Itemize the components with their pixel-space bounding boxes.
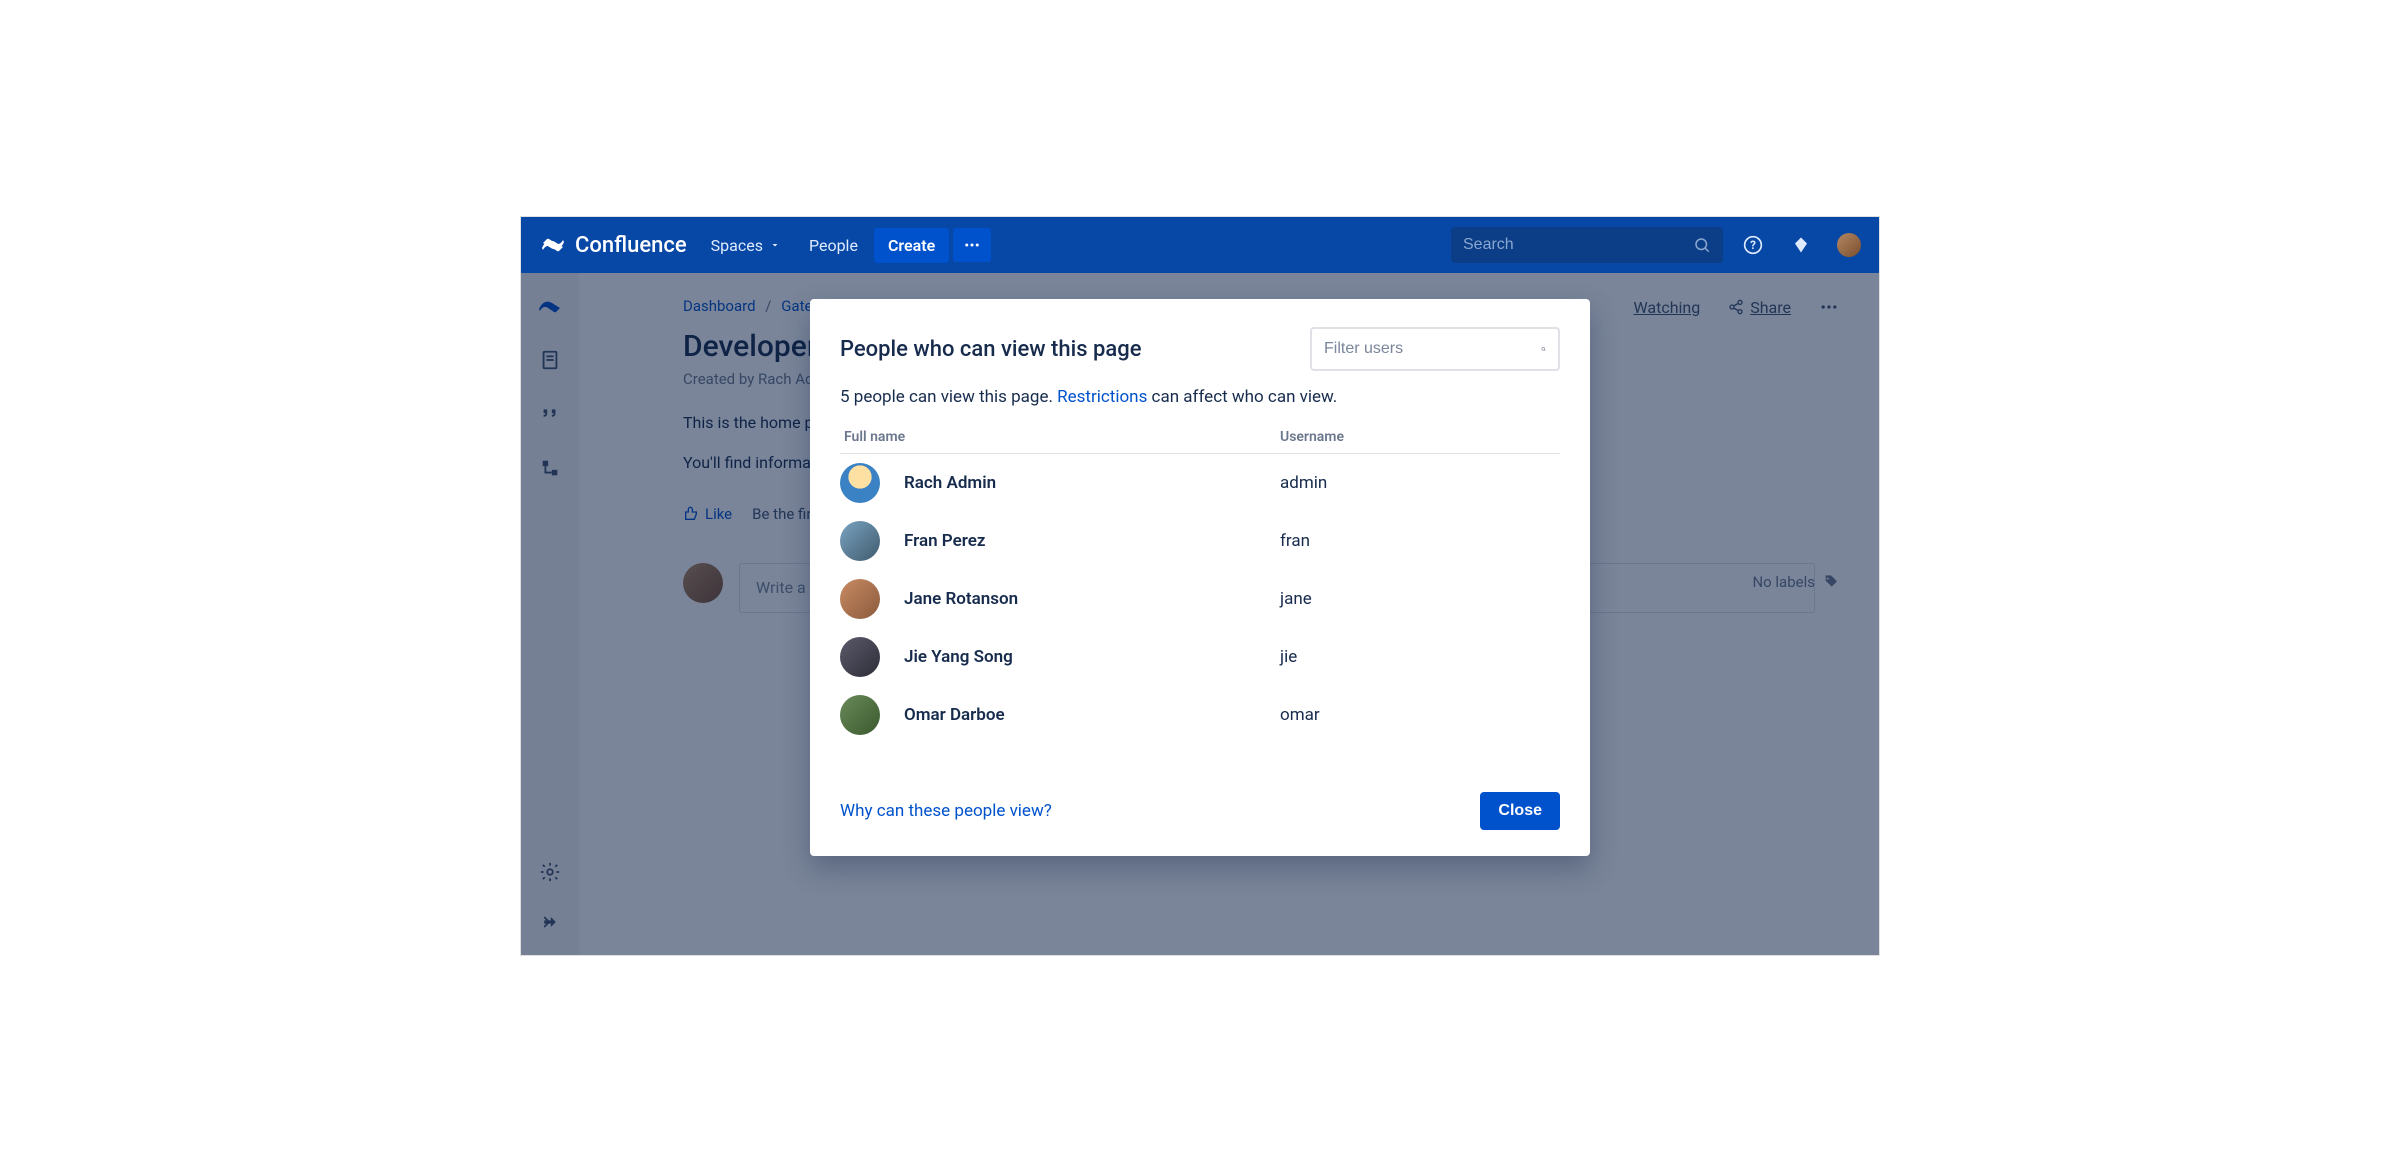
table-header: Full name Username: [840, 429, 1560, 454]
global-search[interactable]: [1451, 227, 1723, 263]
nav-spaces-label: Spaces: [711, 236, 763, 255]
nav-people-label: People: [809, 236, 858, 255]
filter-users-input[interactable]: [1324, 340, 1531, 358]
chevron-down-icon: [769, 239, 781, 251]
user-username: fran: [1280, 531, 1560, 551]
table-row: Rach Admin admin: [840, 454, 1560, 512]
why-link[interactable]: Why can these people view?: [840, 801, 1052, 821]
table-row: Fran Perez fran: [840, 512, 1560, 570]
brand[interactable]: Confluence: [533, 233, 695, 258]
user-username: jane: [1280, 589, 1560, 609]
avatar: [840, 463, 880, 503]
svg-text:?: ?: [1750, 238, 1756, 252]
nav-more-button[interactable]: [953, 228, 991, 262]
filter-users-box[interactable]: [1310, 327, 1560, 371]
th-username: Username: [1280, 429, 1560, 445]
search-icon: [1541, 339, 1546, 359]
search-input[interactable]: [1463, 236, 1685, 254]
avatar: [840, 695, 880, 735]
user-username: omar: [1280, 705, 1560, 725]
user-username: jie: [1280, 647, 1560, 667]
confluence-logo-icon: [541, 233, 565, 257]
user-fullname: Jie Yang Song: [904, 647, 1280, 667]
table-row: Omar Darboe omar: [840, 686, 1560, 744]
profile-button[interactable]: [1831, 227, 1867, 263]
viewers-modal: People who can view this page 5 people c…: [810, 299, 1590, 856]
close-button[interactable]: Close: [1480, 792, 1560, 830]
ellipsis-icon: [963, 236, 981, 254]
avatar: [1835, 231, 1863, 259]
user-fullname: Fran Perez: [904, 531, 1280, 551]
brand-label: Confluence: [575, 233, 687, 258]
th-fullname: Full name: [840, 429, 1280, 445]
user-fullname: Jane Rotanson: [904, 589, 1280, 609]
nav-spaces[interactable]: Spaces: [699, 228, 793, 263]
table-row: Jie Yang Song jie: [840, 628, 1560, 686]
user-fullname: Omar Darboe: [904, 705, 1280, 725]
search-icon: [1693, 236, 1711, 254]
avatar: [840, 579, 880, 619]
user-fullname: Rach Admin: [904, 473, 1280, 493]
user-username: admin: [1280, 473, 1560, 493]
users-table: Full name Username Rach Admin admin Fran…: [840, 429, 1560, 744]
modal-subtitle: 5 people can view this page. Restriction…: [840, 387, 1560, 407]
notifications-button[interactable]: [1783, 227, 1819, 263]
top-nav: Confluence Spaces People Create ?: [521, 217, 1879, 273]
restrictions-link[interactable]: Restrictions: [1057, 387, 1147, 407]
notification-icon: [1792, 236, 1810, 254]
create-button[interactable]: Create: [874, 228, 949, 263]
avatar: [840, 521, 880, 561]
avatar: [840, 637, 880, 677]
table-row: Jane Rotanson jane: [840, 570, 1560, 628]
modal-title: People who can view this page: [840, 337, 1141, 362]
nav-people[interactable]: People: [797, 228, 870, 263]
help-button[interactable]: ?: [1735, 227, 1771, 263]
help-icon: ?: [1743, 235, 1763, 255]
